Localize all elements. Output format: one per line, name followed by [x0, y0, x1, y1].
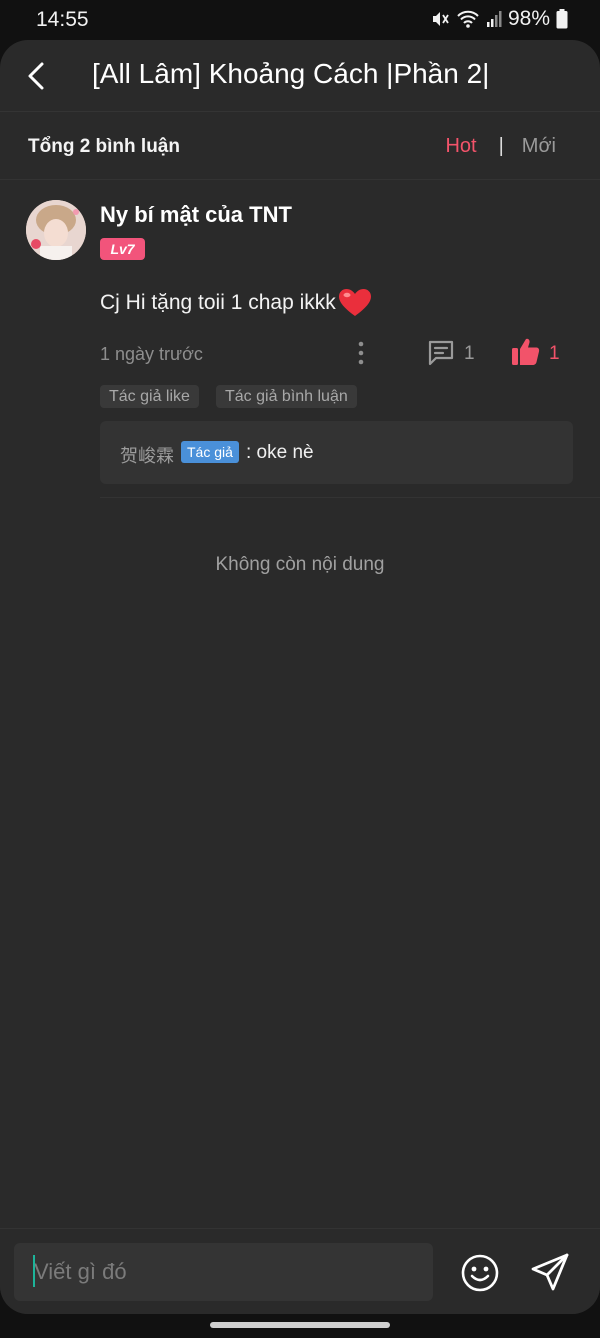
page-title: [All Lâm] Khoảng Cách |Phần 2| [92, 58, 490, 89]
like-icon[interactable] [511, 337, 540, 366]
sort-tabs: Hot | Mới [445, 135, 556, 158]
more-icon[interactable] [355, 340, 367, 366]
compose-bar [0, 1228, 600, 1314]
status-bar: 14:55 98% [0, 0, 600, 40]
text-cursor [33, 1255, 35, 1287]
tab-separator: | [498, 135, 504, 157]
wifi-icon [457, 10, 479, 28]
reply-icon[interactable] [427, 339, 455, 367]
comment-text-row: Cj Hi tặng toii 1 chap ikkk [100, 288, 372, 318]
reply-author: 贺峻霖 [120, 446, 174, 466]
comment-text: Cj Hi tặng toii 1 chap ikkk [100, 291, 336, 314]
tab-hot[interactable]: Hot [445, 135, 476, 158]
battery-percent: 98% [507, 7, 550, 30]
header: [All Lâm] Khoảng Cách |Phần 2| [0, 40, 600, 112]
status-time: 14:55 [36, 8, 89, 31]
system-nav-bar [0, 1314, 600, 1338]
status-icons: 98% [430, 7, 568, 31]
author-reply[interactable]: 贺峻霖 Tác giả : oke nè [100, 421, 573, 484]
comment-username[interactable]: Ny bí mật của TNT [100, 202, 292, 228]
tab-new[interactable]: Mới [522, 135, 556, 158]
comments-screen: [All Lâm] Khoảng Cách |Phần 2| Tổng 2 bì… [0, 40, 600, 1314]
comment-count: Tổng 2 bình luận [28, 136, 180, 157]
tag-author-commented: Tác giả bình luận [216, 385, 357, 408]
signal-icon [486, 11, 502, 27]
author-badge: Tác giả [181, 441, 239, 463]
like-count: 1 [549, 343, 560, 364]
heart-icon [338, 289, 371, 316]
avatar[interactable] [26, 200, 86, 260]
reply-text: : oke nè [246, 442, 314, 463]
reply-count: 1 [464, 343, 475, 364]
comment-timestamp: 1 ngày trước [100, 344, 203, 364]
back-icon[interactable] [22, 58, 54, 94]
home-indicator[interactable] [210, 1322, 390, 1328]
no-more-content: Không còn nội dung [215, 554, 385, 575]
comment-summary-bar: Tổng 2 bình luận Hot | Mới [0, 113, 600, 180]
comment-input[interactable] [14, 1243, 433, 1301]
battery-icon [556, 9, 568, 29]
comment-divider [100, 497, 600, 498]
tag-author-liked: Tác giả like [100, 385, 199, 408]
mute-icon [432, 12, 449, 26]
level-badge: Lv7 [100, 238, 145, 260]
send-icon[interactable] [529, 1251, 571, 1293]
emoji-icon[interactable] [460, 1253, 500, 1293]
